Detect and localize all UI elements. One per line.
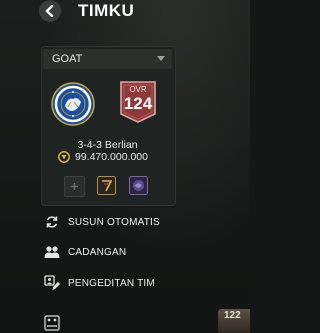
purple-item-slot[interactable]: [129, 176, 148, 195]
squad-dropdown-value: GOAT: [52, 53, 83, 65]
ovr-label: OVR: [129, 85, 147, 94]
player-card-ovr: 122: [224, 310, 241, 321]
auto-arrange-label: SUSUN OTOMATIS: [68, 216, 160, 228]
back-button[interactable]: [39, 0, 61, 22]
add-slot-button[interactable]: [64, 176, 85, 197]
purple-item-icon: [129, 176, 148, 195]
people-icon: [44, 244, 60, 260]
substitutes-label: CADANGAN: [68, 246, 127, 258]
auto-arrange-button[interactable]: SUSUN OTOMATIS: [44, 212, 160, 232]
chevron-left-icon: [45, 5, 54, 17]
team-value-amount: 99.470.000.000: [75, 151, 148, 163]
substitutes-button[interactable]: CADANGAN: [44, 242, 126, 262]
ovr-badge: OVR 124: [118, 80, 158, 124]
coin-icon: [58, 151, 70, 163]
player-card-preview[interactable]: 122: [218, 309, 250, 333]
formation-settings-icon[interactable]: [44, 315, 60, 331]
club-crest-icon: [51, 82, 95, 126]
caret-down-icon: [157, 56, 165, 61]
team-editing-label: PENGEDITAN TIM: [68, 277, 155, 289]
gold-item-icon: [97, 176, 116, 195]
squad-dropdown[interactable]: GOAT: [43, 49, 172, 69]
team-editing-button[interactable]: PENGEDITAN TIM: [44, 273, 155, 293]
page-title: TIMKU: [78, 1, 135, 20]
team-edit-icon: [44, 275, 60, 291]
gold-item-slot[interactable]: [97, 176, 116, 195]
team-value: 99.470.000.000: [58, 150, 148, 164]
plus-icon: [71, 183, 78, 190]
refresh-icon: [44, 214, 60, 230]
ovr-value: 124: [123, 94, 153, 113]
